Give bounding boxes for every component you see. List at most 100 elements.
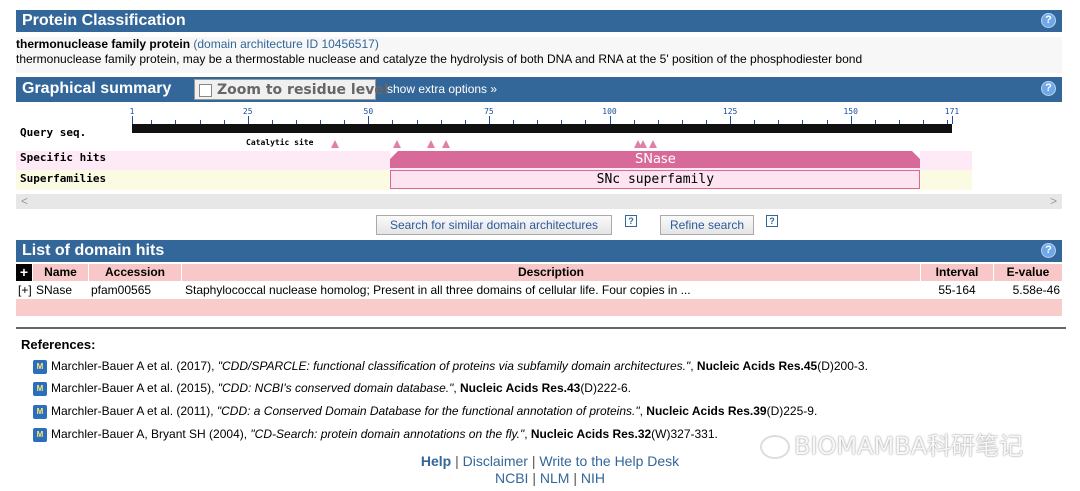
ruler-major-tick xyxy=(368,116,370,124)
disclaimer-link[interactable]: Disclaimer xyxy=(463,453,528,469)
column-header-name[interactable]: Name xyxy=(33,264,88,281)
snc-superfamily-hit[interactable]: SNc superfamily xyxy=(390,170,921,189)
superfamilies-label: Superfamilies xyxy=(20,172,107,185)
references-title: References: xyxy=(21,337,96,352)
accession-link[interactable]: pfam00565 xyxy=(91,282,181,299)
classification-panel: thermonuclease family protein (domain ar… xyxy=(16,37,1062,73)
ruler-minor-tick xyxy=(271,120,273,124)
ruler-minor-tick xyxy=(392,120,394,124)
wechat-icon xyxy=(760,435,790,459)
reference-item: M Marchler-Bauer A et al. (2011), "CDD: a… xyxy=(33,404,817,419)
ruler-tick-label: 125 xyxy=(722,107,738,116)
ref-volume: 39 xyxy=(753,404,767,418)
ref-title[interactable]: "CDD/SPARCLE: functional classification … xyxy=(218,359,691,373)
snase-specific-hit[interactable]: SNase xyxy=(390,151,921,168)
ruler-minor-tick xyxy=(706,120,707,124)
expand-row-toggle[interactable]: [+] xyxy=(18,282,38,299)
ruler-minor-tick xyxy=(464,120,466,124)
help-icon[interactable]: ? xyxy=(1041,243,1056,258)
catalytic-site-marker[interactable] xyxy=(441,140,450,148)
footer-separator: | xyxy=(532,470,536,486)
ref-title[interactable]: "CDD: NCBI's conserved domain database." xyxy=(218,381,454,395)
pubmed-icon[interactable]: M xyxy=(33,359,47,374)
catalytic-site-marker[interactable] xyxy=(648,140,657,148)
section-title: Graphical summary xyxy=(22,80,172,97)
ref-title[interactable]: "CD-Search: protein domain annotations o… xyxy=(250,427,524,441)
footer-separator: | xyxy=(455,453,459,469)
pubmed-icon[interactable]: M xyxy=(33,381,47,396)
ruler-minor-tick xyxy=(416,120,418,124)
section-title: Protein Classification xyxy=(22,12,186,29)
domain-architecture-link[interactable]: (domain architecture ID 10456517) xyxy=(193,37,378,51)
help-desk-link[interactable]: Write to the Help Desk xyxy=(539,453,679,469)
show-extra-options-link[interactable]: show extra options » xyxy=(387,82,497,96)
catalytic-site-marker[interactable] xyxy=(393,140,402,148)
ref-pages: (D)222-6. xyxy=(580,381,631,395)
catalytic-site-label: Catalytic site xyxy=(246,138,314,147)
help-icon[interactable]: ? xyxy=(1041,13,1056,28)
catalytic-site-marker[interactable] xyxy=(330,140,339,148)
ruler-minor-tick xyxy=(344,120,346,124)
column-header-accession[interactable]: Accession xyxy=(89,264,181,281)
ruler-minor-tick xyxy=(440,120,442,124)
scroll-left-icon[interactable]: < xyxy=(21,194,28,208)
zoom-to-residue-toggle[interactable]: Zoom to residue level xyxy=(194,79,389,100)
hit-start-notch xyxy=(390,151,399,159)
nih-link[interactable]: NIH xyxy=(581,470,605,486)
help-link[interactable]: Help xyxy=(421,453,451,469)
ruler-minor-tick xyxy=(561,120,563,124)
ruler-tick-label: 50 xyxy=(363,107,374,116)
scroll-right-icon[interactable]: > xyxy=(1050,194,1057,208)
protein-name: thermonuclease family protein xyxy=(16,37,191,51)
ruler-minor-tick xyxy=(633,120,635,124)
ref-authors: Marchler-Bauer A, Bryant SH (2004), xyxy=(51,427,251,441)
watermark: BIOMAMBA科研笔记 xyxy=(760,426,1023,461)
ruler-minor-tick xyxy=(199,120,201,124)
ruler-minor-tick xyxy=(657,120,659,124)
hit-description: Staphylococcal nuclease homolog; Present… xyxy=(185,283,691,297)
ruler-minor-tick xyxy=(947,120,949,124)
reference-item: M Marchler-Bauer A et al. (2015), "CDD: N… xyxy=(33,381,631,396)
ruler-tick-label: 1 xyxy=(129,107,135,116)
pubmed-icon[interactable]: M xyxy=(33,427,47,442)
domain-hits-header: List of domain hits ? xyxy=(16,240,1062,262)
ruler-minor-tick xyxy=(296,120,297,124)
ref-title[interactable]: "CDD: a Conserved Domain Database for th… xyxy=(217,404,640,418)
expand-all-icon[interactable]: + xyxy=(16,264,32,281)
ruler-tick-label: 150 xyxy=(843,107,858,116)
help-icon[interactable]: ? xyxy=(766,215,778,227)
column-header-evalue[interactable]: E-value xyxy=(994,264,1062,281)
table-row xyxy=(16,299,1062,316)
ruler-minor-tick xyxy=(175,120,177,124)
protein-classification-header: Protein Classification ? xyxy=(16,10,1062,32)
help-icon[interactable]: ? xyxy=(1041,81,1056,96)
search-similar-architectures-button[interactable]: Search for similar domain architectures xyxy=(376,215,612,235)
horizontal-scrollbar[interactable]: < > xyxy=(16,194,1062,209)
ruler-minor-tick xyxy=(537,120,539,124)
ref-journal: Nucleic Acids Res. xyxy=(696,359,804,373)
ruler-minor-tick xyxy=(778,120,780,124)
help-icon[interactable]: ? xyxy=(625,215,637,227)
query-seq-label: Query seq. xyxy=(20,126,87,139)
ref-volume: 45 xyxy=(803,359,818,373)
footer-separator: | xyxy=(573,470,577,486)
nlm-link[interactable]: NLM xyxy=(540,470,570,486)
ruler-minor-tick xyxy=(681,120,683,124)
ref-volume: 43 xyxy=(566,381,581,395)
ncbi-link[interactable]: NCBI xyxy=(495,470,528,486)
reference-item: M Marchler-Bauer A et al. (2017), "CDD/SP… xyxy=(33,359,868,374)
column-header-description[interactable]: Description xyxy=(182,264,920,281)
pubmed-icon[interactable]: M xyxy=(33,404,47,419)
graphical-summary-header: Graphical summary Zoom to residue level … xyxy=(16,77,1062,102)
hit-end-notch xyxy=(912,151,921,159)
refine-search-button[interactable]: Refine search xyxy=(660,215,754,235)
catalytic-site-marker[interactable] xyxy=(427,140,436,148)
ruler-major-tick xyxy=(247,116,249,124)
column-header-interval[interactable]: Interval xyxy=(921,264,993,281)
catalytic-site-marker[interactable] xyxy=(639,140,648,148)
zoom-checkbox[interactable] xyxy=(199,84,212,97)
ruler-minor-tick xyxy=(320,120,322,124)
ruler-minor-tick xyxy=(898,120,900,124)
query-sequence-bar[interactable] xyxy=(132,124,952,133)
ruler-major-tick xyxy=(850,116,852,124)
